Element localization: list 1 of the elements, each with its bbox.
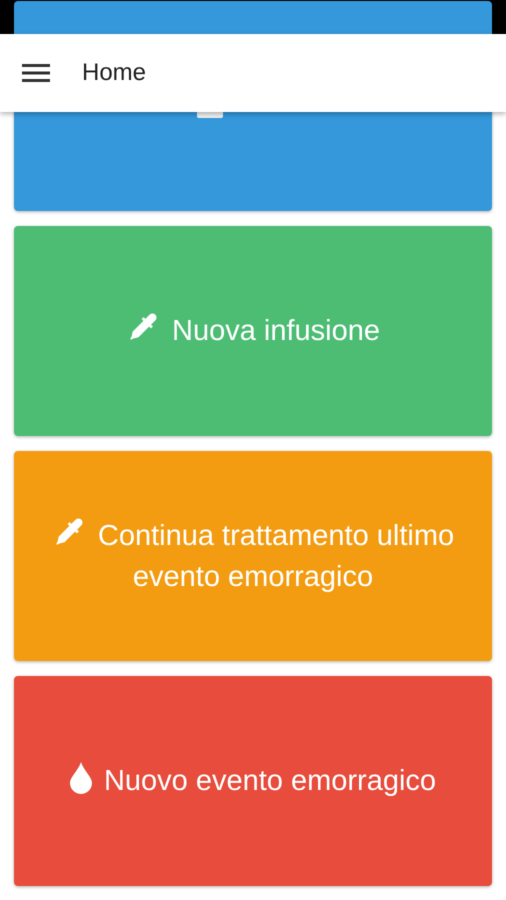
page-title: Home (82, 59, 146, 87)
